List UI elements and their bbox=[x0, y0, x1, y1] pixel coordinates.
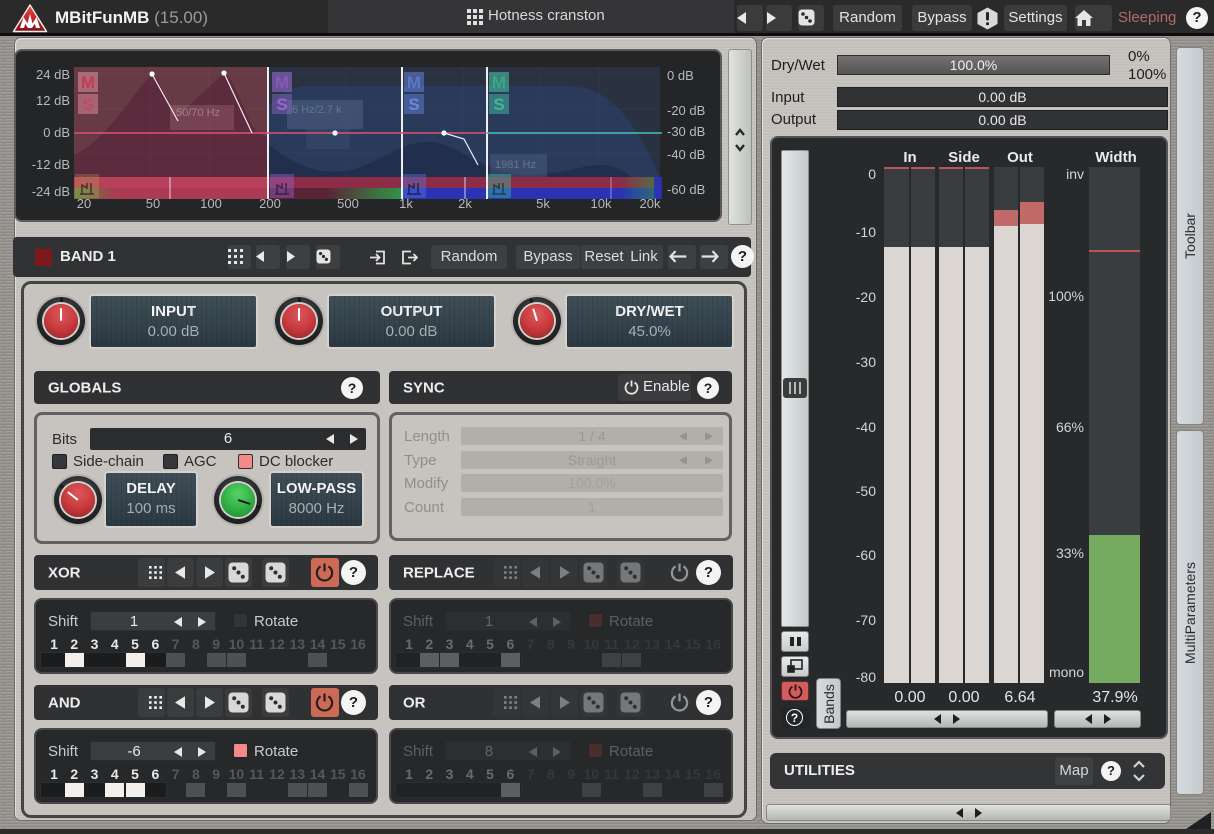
svg-text:M: M bbox=[275, 73, 289, 92]
svg-text:6 Hz/2.7 k: 6 Hz/2.7 k bbox=[292, 104, 342, 116]
svg-text:M: M bbox=[407, 73, 421, 92]
svg-text:S: S bbox=[276, 95, 287, 114]
svg-text:10k: 10k bbox=[591, 196, 612, 211]
svg-text:S: S bbox=[493, 95, 504, 114]
svg-text:200: 200 bbox=[259, 196, 281, 211]
svg-text:5k: 5k bbox=[536, 196, 550, 211]
svg-text:-24 dB: -24 dB bbox=[32, 184, 70, 199]
svg-text:100: 100 bbox=[200, 196, 222, 211]
svg-text:20: 20 bbox=[77, 196, 91, 211]
svg-text:20k: 20k bbox=[640, 196, 661, 211]
svg-text:0 dB: 0 dB bbox=[43, 125, 70, 140]
svg-text:-40 dB: -40 dB bbox=[667, 147, 705, 162]
svg-text:2k: 2k bbox=[458, 196, 472, 211]
svg-text:50/70 Hz: 50/70 Hz bbox=[176, 107, 220, 119]
svg-text:12 dB: 12 dB bbox=[36, 93, 70, 108]
svg-text:-12 dB: -12 dB bbox=[32, 157, 70, 172]
svg-text:0 dB: 0 dB bbox=[667, 68, 694, 83]
svg-text:1981 Hz: 1981 Hz bbox=[495, 159, 536, 171]
svg-text:50: 50 bbox=[146, 196, 160, 211]
svg-text:-20 dB: -20 dB bbox=[667, 103, 705, 118]
svg-text:1k: 1k bbox=[399, 196, 413, 211]
svg-text:M: M bbox=[81, 73, 95, 92]
svg-text:-60 dB: -60 dB bbox=[667, 182, 705, 197]
svg-text:500: 500 bbox=[337, 196, 359, 211]
svg-text:-30 dB: -30 dB bbox=[667, 124, 705, 139]
svg-text:S: S bbox=[82, 95, 93, 114]
svg-text:S: S bbox=[408, 95, 419, 114]
svg-text:24 dB: 24 dB bbox=[36, 67, 70, 82]
svg-text:M: M bbox=[492, 73, 506, 92]
